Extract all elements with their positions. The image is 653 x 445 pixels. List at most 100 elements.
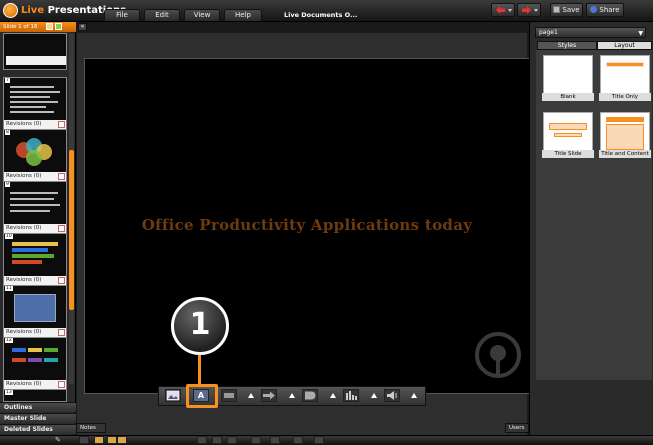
notes-label: Notes — [80, 425, 96, 431]
deleted-slides-section[interactable]: Deleted Slides — [0, 424, 76, 434]
chart-icon — [346, 391, 357, 400]
layout-blank-label[interactable]: Blank — [542, 93, 594, 101]
revisions-label: Revisions (0) — [4, 328, 66, 337]
master-slide-section[interactable]: Master Slide — [0, 413, 76, 423]
users-label: Users — [509, 425, 525, 431]
layout-title-slide-label[interactable]: Title Slide — [542, 150, 594, 158]
tab-styles[interactable]: Styles — [537, 41, 597, 50]
chevron-down-icon: ▼ — [638, 30, 643, 37]
slide-thumbnail-9[interactable]: 9 Revisions (0) — [3, 181, 67, 234]
share-button[interactable]: Share — [586, 3, 624, 17]
arrow-shape-icon — [263, 391, 275, 400]
save-icon — [553, 6, 561, 13]
mini-rectangle-button[interactable] — [227, 436, 237, 444]
notes-tab[interactable]: Notes — [76, 423, 106, 433]
callout-dropdown-icon[interactable] — [330, 393, 336, 398]
rectangle-dropdown-icon[interactable] — [248, 393, 254, 398]
users-tab[interactable]: Users — [505, 423, 529, 433]
slide-number: 12 — [5, 338, 13, 343]
insert-rectangle-button[interactable] — [221, 389, 237, 402]
add-slide-icon[interactable] — [55, 23, 62, 30]
slide-thumbnail-7[interactable]: 7 Revisions (0) — [3, 77, 67, 130]
redo-button[interactable] — [517, 3, 541, 17]
slide-number: 10 — [5, 234, 13, 239]
page-dropdown-value: page1 — [539, 29, 558, 36]
menu-file[interactable]: File — [104, 9, 140, 21]
view-notes-button[interactable] — [117, 436, 127, 444]
slide-thumbnail-6-partial[interactable] — [3, 33, 67, 70]
mini-media-button[interactable] — [314, 436, 324, 444]
slide-number: 8 — [5, 130, 10, 135]
slide-thumbnail-7-image: 7 — [4, 78, 66, 120]
textbox-highlight-box — [186, 384, 218, 408]
arrow-dropdown-icon[interactable] — [289, 393, 295, 398]
insert-chart-button[interactable] — [343, 389, 359, 402]
tab-layout[interactable]: Layout — [597, 41, 652, 50]
slide-thumbnail-9-image: 9 — [4, 182, 66, 224]
revisions-icon[interactable] — [58, 121, 65, 128]
document-title: Live Documents O... — [284, 11, 358, 19]
undo-button[interactable] — [491, 3, 515, 17]
thumbnail-scroll-thumb[interactable] — [69, 150, 74, 310]
new-slide-icon[interactable] — [46, 23, 53, 30]
share-icon — [590, 6, 598, 13]
revisions-text: Revisions (0) — [6, 225, 42, 231]
mini-chart-button[interactable] — [293, 436, 303, 444]
revisions-label: Revisions (0) — [4, 224, 66, 233]
slide-thumbnail-6-revisions — [6, 56, 66, 65]
revisions-icon[interactable] — [58, 277, 65, 284]
insert-image-button[interactable] — [165, 389, 181, 402]
slide-title-text[interactable]: Office Productivity Applications today — [84, 216, 530, 234]
mini-callout-button[interactable] — [270, 436, 280, 444]
insert-callout-button[interactable] — [302, 389, 318, 402]
mini-text-button[interactable] — [212, 436, 222, 444]
slide-number: 9 — [5, 182, 10, 187]
slide-counter: Slide 1 of 16 — [0, 22, 76, 32]
slide-number: 13 — [5, 390, 13, 395]
revisions-text: Revisions (0) — [6, 381, 42, 387]
slide-counter-label: Slide 1 of 16 — [3, 24, 38, 30]
slide-thumbnail-8[interactable]: 8 Revisions (0) — [3, 129, 67, 182]
callout-shape-icon — [305, 391, 316, 400]
callout-connector — [198, 355, 201, 386]
slide-thumbnail-11-image: 11 — [4, 286, 66, 328]
revisions-label: Revisions (0) — [4, 276, 66, 285]
revisions-label: Revisions (0) — [4, 120, 66, 129]
slide-thumbnail-13[interactable]: 13 — [3, 389, 67, 402]
slide-thumbnail-12[interactable]: 12 Revisions (0) — [3, 337, 67, 390]
mini-arrow-button[interactable] — [251, 436, 261, 444]
layout-title-content-label[interactable]: Title and Content — [599, 150, 651, 158]
revisions-icon[interactable] — [58, 173, 65, 180]
mini-image-button[interactable] — [197, 436, 207, 444]
save-button[interactable]: Save — [550, 3, 583, 17]
view-normal-button[interactable] — [79, 436, 89, 444]
layout-title-only-label[interactable]: Title Only — [599, 93, 651, 101]
revisions-icon[interactable] — [58, 225, 65, 232]
step-callout-badge: 1 — [171, 297, 229, 355]
menu-help[interactable]: Help — [224, 9, 262, 21]
insert-arrow-button[interactable] — [261, 389, 277, 402]
app-logo-icon — [3, 3, 18, 18]
collapse-left-panel-icon[interactable]: « — [78, 23, 87, 31]
slide-thumbnail-13-image: 13 — [4, 390, 66, 401]
slide-thumbnail-8-image: 8 — [4, 130, 66, 172]
revisions-icon[interactable] — [58, 329, 65, 336]
page-dropdown[interactable]: page1 ▼ — [535, 27, 646, 38]
speaker-icon — [387, 391, 397, 400]
settings-tool-icon[interactable]: ✎ — [55, 436, 65, 444]
menu-edit[interactable]: Edit — [144, 9, 180, 21]
brand-watermark-icon — [475, 332, 521, 378]
chart-dropdown-icon[interactable] — [371, 393, 377, 398]
share-label: Share — [599, 6, 620, 14]
menu-view[interactable]: View — [184, 9, 220, 21]
outlines-section[interactable]: Outlines — [0, 402, 76, 412]
slide-thumbnail-10[interactable]: 10 Revisions (0) — [3, 233, 67, 286]
view-sorter-button[interactable] — [94, 436, 104, 444]
slide-thumbnail-11[interactable]: 11 Revisions (0) — [3, 285, 67, 338]
view-outline-button[interactable] — [107, 436, 117, 444]
revisions-icon[interactable] — [58, 381, 65, 388]
slide-thumbnail-10-image: 10 — [4, 234, 66, 276]
insert-media-button[interactable] — [384, 389, 400, 402]
media-dropdown-icon[interactable] — [411, 393, 417, 398]
revisions-text: Revisions (0) — [6, 277, 42, 283]
